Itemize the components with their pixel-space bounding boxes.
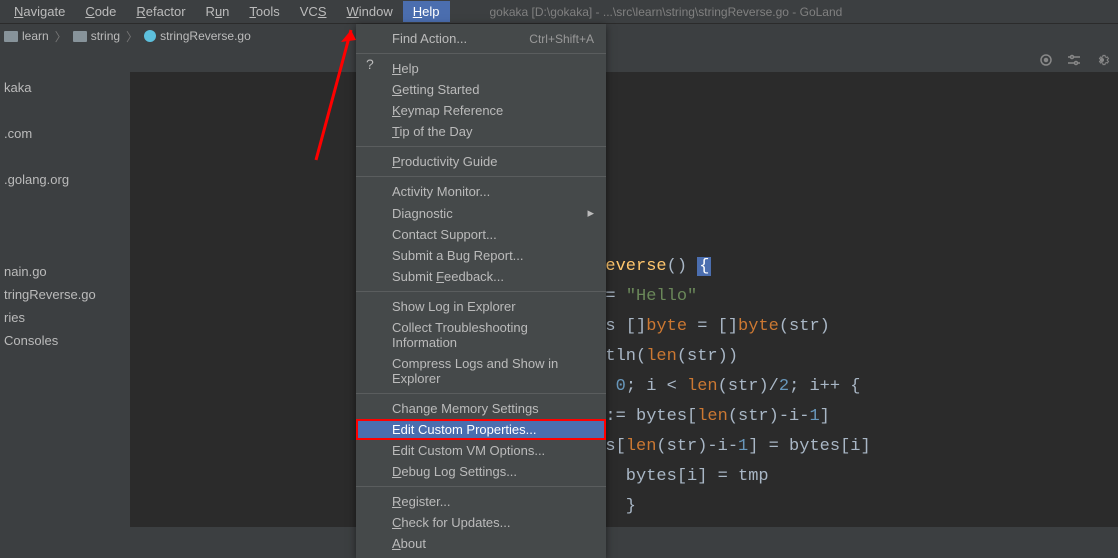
help-menu-register[interactable]: Register... — [356, 491, 606, 512]
code-line: in — [585, 72, 871, 102]
help-menu-edit-custom-properties[interactable]: Edit Custom Properties... — [356, 419, 606, 440]
help-menu-keymap-reference[interactable]: Keymap Reference — [356, 100, 606, 121]
sidebar-item[interactable]: ries — [0, 306, 130, 329]
help-menu-find-action[interactable]: Find Action...Ctrl+Shift+A — [356, 28, 606, 49]
menu-separator — [356, 486, 606, 487]
help-menu-tip-of-the-day[interactable]: Tip of the Day — [356, 121, 606, 142]
help-menu-submit-a-bug-report[interactable]: Submit a Bug Report... — [356, 245, 606, 266]
help-menu-show-log-in-explorer[interactable]: Show Log in Explorer — [356, 296, 606, 317]
code-line — [585, 102, 871, 132]
code-line: intln(len(str)) — [585, 342, 871, 372]
sidebar-item — [0, 145, 130, 168]
folder-icon — [73, 31, 87, 42]
code-line: } — [585, 492, 871, 522]
code-content: in t" gReverse() {r = "Hello"tes []byte … — [585, 72, 871, 522]
menu-separator — [356, 291, 606, 292]
chevron-right-icon: 〉 — [126, 28, 138, 45]
help-menu-help[interactable]: Help — [356, 58, 606, 79]
sidebar-item[interactable]: kaka — [0, 76, 130, 99]
help-menu-change-memory-settings[interactable]: Change Memory Settings — [356, 398, 606, 419]
help-menu-activity-monitor[interactable]: Activity Monitor... — [356, 181, 606, 202]
window-title: gokaka [D:\gokaka] - ...\src\learn\strin… — [490, 5, 843, 19]
sidebar-item[interactable]: tringReverse.go — [0, 283, 130, 306]
code-line: t" — [585, 162, 871, 192]
gear-icon[interactable] — [1094, 52, 1110, 68]
settings-icon[interactable] — [1066, 52, 1082, 68]
help-menu-about[interactable]: About — [356, 533, 606, 554]
gofile-icon — [144, 30, 156, 42]
code-line: := 0; i < len(str)/2; i++ { — [585, 372, 871, 402]
menu-separator — [356, 176, 606, 177]
chevron-right-icon: 〉 — [55, 28, 67, 45]
help-menu-collect-troubleshooting-information[interactable]: Collect Troubleshooting Information — [356, 317, 606, 353]
code-line: tes []byte = []byte(str) — [585, 312, 871, 342]
code-line: r = "Hello" — [585, 282, 871, 312]
menu-code[interactable]: Code — [75, 1, 126, 22]
shortcut-text: Ctrl+Shift+A — [529, 32, 594, 46]
help-menu-diagnostic[interactable]: Diagnostic▸ — [356, 202, 606, 224]
code-line — [585, 132, 871, 162]
chevron-right-icon: ▸ — [587, 205, 594, 221]
help-menu-debug-log-settings[interactable]: Debug Log Settings... — [356, 461, 606, 482]
menubar: NavigateCodeRefactorRunToolsVCSWindowHel… — [0, 0, 1118, 24]
breadcrumb-string[interactable]: string — [73, 29, 120, 43]
help-menu-submit-feedback[interactable]: Submit Feedback... — [356, 266, 606, 287]
code-editor[interactable]: 1213 in t" gReverse() {r = "Hello"tes []… — [130, 72, 1118, 527]
code-line — [585, 192, 871, 222]
help-menu-getting-started[interactable]: Getting Started — [356, 79, 606, 100]
help-menu-contact-support[interactable]: Contact Support... — [356, 224, 606, 245]
menu-separator — [356, 53, 606, 54]
menu-separator — [356, 146, 606, 147]
menu-refactor[interactable]: Refactor — [126, 1, 195, 22]
sidebar-item — [0, 237, 130, 260]
menu-help[interactable]: Help — [403, 1, 450, 22]
sidebar-item — [0, 191, 130, 214]
help-menu: ? Find Action...Ctrl+Shift+A HelpGetting … — [356, 24, 606, 558]
sidebar: kaka .com .golang.org nain.gotringRevers… — [0, 72, 130, 527]
sidebar-item — [0, 99, 130, 122]
breadcrumb-stringReverse-go[interactable]: stringReverse.go — [144, 29, 251, 43]
help-menu-edit-custom-vm-options[interactable]: Edit Custom VM Options... — [356, 440, 606, 461]
code-line — [585, 222, 871, 252]
sidebar-item[interactable]: .com — [0, 122, 130, 145]
menu-run[interactable]: Run — [196, 1, 240, 22]
menu-separator — [356, 393, 606, 394]
help-menu-productivity-guide[interactable]: Productivity Guide — [356, 151, 606, 172]
code-line: p := bytes[len(str)-i-1] — [585, 402, 871, 432]
sidebar-item[interactable]: .golang.org — [0, 168, 130, 191]
sidebar-item[interactable]: nain.go — [0, 260, 130, 283]
help-menu-compress-logs-and-show-in-explorer[interactable]: Compress Logs and Show in Explorer — [356, 353, 606, 389]
code-line: tes[len(str)-i-1] = bytes[i] — [585, 432, 871, 462]
menu-tools[interactable]: Tools — [239, 1, 289, 22]
menu-navigate[interactable]: Navigate — [4, 1, 75, 22]
help-menu-check-for-updates[interactable]: Check for Updates... — [356, 512, 606, 533]
help-question-icon: ? — [366, 56, 374, 72]
folder-icon — [4, 31, 18, 42]
menu-vcs[interactable]: VCS — [290, 1, 337, 22]
code-line: bytes[i] = tmp — [585, 462, 871, 492]
target-icon[interactable] — [1038, 52, 1054, 68]
sidebar-item — [0, 214, 130, 237]
breadcrumb-learn[interactable]: learn — [4, 29, 49, 43]
code-line: gReverse() { — [585, 252, 871, 282]
menu-window[interactable]: Window — [337, 1, 403, 22]
sidebar-item[interactable]: Consoles — [0, 329, 130, 352]
